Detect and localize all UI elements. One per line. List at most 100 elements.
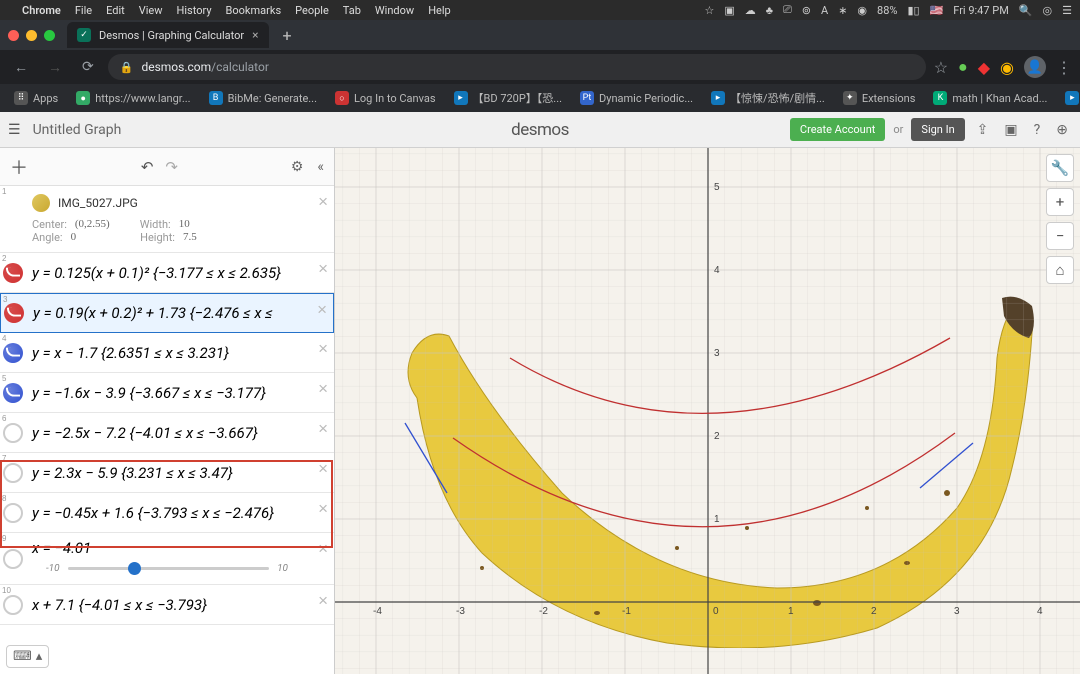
status-icon[interactable]: ▣ bbox=[724, 4, 734, 17]
wifi-alt-icon[interactable]: ⊚ bbox=[802, 4, 811, 17]
keyboard-toggle-button[interactable]: ⌨ ▴ bbox=[6, 645, 49, 668]
delete-expression-icon[interactable]: × bbox=[318, 339, 328, 359]
wechat-icon[interactable]: ☁ bbox=[745, 4, 756, 17]
bookmark-item[interactable]: ✦Extensions bbox=[837, 88, 922, 108]
center-value[interactable]: (0,2.55) bbox=[75, 218, 110, 231]
delete-expression-icon[interactable]: × bbox=[318, 591, 328, 611]
profile-avatar[interactable]: 👤 bbox=[1024, 56, 1046, 78]
menu-tab[interactable]: Tab bbox=[343, 4, 361, 17]
bookmark-star-icon[interactable]: ☆ bbox=[934, 58, 948, 77]
ext2-icon[interactable]: ◆ bbox=[978, 58, 990, 77]
menu-help[interactable]: Help bbox=[428, 4, 451, 17]
create-account-button[interactable]: Create Account bbox=[790, 118, 885, 141]
bookmark-item[interactable]: ⠿Apps bbox=[8, 88, 64, 108]
flag-icon[interactable]: 🇺🇸 bbox=[930, 4, 944, 17]
sign-in-button[interactable]: Sign In bbox=[911, 118, 964, 141]
graph-title[interactable]: Untitled Graph bbox=[33, 122, 122, 138]
delete-expression-icon[interactable]: × bbox=[318, 259, 328, 279]
bookmark-item[interactable]: PtDynamic Periodic... bbox=[574, 88, 699, 108]
bookmark-item[interactable]: Kmath | Khan Acad... bbox=[927, 88, 1053, 108]
menu-history[interactable]: History bbox=[177, 4, 212, 17]
slider-track[interactable] bbox=[68, 567, 270, 570]
expression-row[interactable]: 4×y = x − 1.7 {2.6351 ≤ x ≤ 3.231} bbox=[0, 333, 334, 373]
window-close-button[interactable] bbox=[8, 30, 19, 41]
image-thumb[interactable] bbox=[32, 194, 50, 212]
color-swatch[interactable] bbox=[3, 549, 23, 569]
url-input[interactable]: 🔒 desmos.com/calculator bbox=[108, 54, 926, 80]
menu-edit[interactable]: Edit bbox=[106, 4, 125, 17]
delete-expression-icon[interactable]: × bbox=[317, 300, 327, 320]
slider-thumb[interactable] bbox=[128, 562, 141, 575]
hamburger-icon[interactable]: ☰ bbox=[8, 122, 21, 138]
tab-close-icon[interactable]: × bbox=[252, 28, 258, 42]
width-value[interactable]: 10 bbox=[179, 218, 190, 231]
bell-icon[interactable]: ♣ bbox=[766, 4, 773, 17]
bookmark-item[interactable]: ▸【1M舞室】基础班... bbox=[1059, 87, 1080, 109]
bluetooth-icon[interactable]: ∗ bbox=[838, 4, 847, 17]
color-swatch[interactable] bbox=[3, 423, 23, 443]
bookmark-item[interactable]: ●https://www.langr... bbox=[70, 88, 196, 108]
bookmark-item[interactable]: BBibMe: Generate... bbox=[203, 88, 323, 108]
bookmark-item[interactable]: ○Log In to Canvas bbox=[329, 88, 442, 108]
delete-expression-icon[interactable]: × bbox=[318, 192, 328, 212]
menu-bookmarks[interactable]: Bookmarks bbox=[226, 4, 282, 17]
color-swatch[interactable] bbox=[3, 263, 23, 283]
ime-icon[interactable]: A bbox=[821, 4, 828, 17]
collapse-sidebar-icon[interactable]: « bbox=[317, 159, 324, 175]
menu-people[interactable]: People bbox=[295, 4, 329, 17]
clock[interactable]: Fri 9:47 PM bbox=[953, 4, 1009, 17]
app-name[interactable]: Chrome bbox=[22, 4, 61, 17]
new-tab-button[interactable]: + bbox=[277, 24, 298, 47]
undo-button[interactable]: ↶ bbox=[141, 158, 154, 176]
wrench-button[interactable]: 🔧 bbox=[1046, 154, 1074, 182]
color-swatch[interactable] bbox=[3, 383, 23, 403]
display-icon[interactable]: ⎚ bbox=[783, 3, 792, 17]
lock-icon[interactable]: 🔒 bbox=[120, 61, 134, 74]
star-icon[interactable]: ☆ bbox=[704, 4, 714, 17]
home-button[interactable]: ⌂ bbox=[1046, 256, 1074, 284]
expression-text[interactable]: x + 7.1 {−4.01 ≤ x ≤ −3.793} bbox=[26, 596, 207, 614]
bookmark-item[interactable]: ▸【BD 720P】【恐... bbox=[448, 87, 569, 109]
expression-row[interactable]: 2×y = 0.125(x + 0.1)² {−3.177 ≤ x ≤ 2.63… bbox=[0, 253, 334, 293]
expression-row[interactable]: 3×y = 0.19(x + 0.2)² + 1.73 {−2.476 ≤ x … bbox=[0, 293, 334, 333]
settings-gear-icon[interactable]: ⚙ bbox=[291, 159, 304, 175]
zoom-out-button[interactable]: − bbox=[1046, 222, 1074, 250]
zoom-in-button[interactable]: + bbox=[1046, 188, 1074, 216]
window-minimize-button[interactable] bbox=[26, 30, 37, 41]
menu-view[interactable]: View bbox=[139, 4, 163, 17]
angle-value[interactable]: 0 bbox=[71, 231, 77, 244]
expression-text[interactable]: y = −1.6x − 3.9 {−3.667 ≤ x ≤ −3.177} bbox=[26, 384, 266, 402]
height-value[interactable]: 7.5 bbox=[183, 231, 197, 244]
color-swatch[interactable] bbox=[3, 343, 23, 363]
ext1-icon[interactable]: ● bbox=[958, 57, 968, 77]
control-center-icon[interactable]: ☰ bbox=[1062, 4, 1072, 17]
image-expression[interactable]: 1 × IMG_5027.JPG Center:(0,2.55) Width:1… bbox=[0, 186, 334, 253]
color-swatch[interactable] bbox=[3, 595, 23, 615]
spotlight-icon[interactable]: 🔍 bbox=[1019, 4, 1033, 17]
expression-text[interactable]: y = −2.5x − 7.2 {−4.01 ≤ x ≤ −3.667} bbox=[26, 424, 258, 442]
delete-expression-icon[interactable]: × bbox=[318, 379, 328, 399]
expression-text[interactable]: y = 0.19(x + 0.2)² + 1.73 {−2.476 ≤ x ≤ bbox=[27, 304, 273, 322]
share-icon[interactable]: ⇪ bbox=[973, 122, 993, 138]
menu-window[interactable]: Window bbox=[375, 4, 414, 17]
expression-row[interactable]: 6×y = −2.5x − 7.2 {−4.01 ≤ x ≤ −3.667} bbox=[0, 413, 334, 453]
help-icon[interactable]: ? bbox=[1030, 122, 1045, 138]
add-expression-button[interactable]: ＋ bbox=[10, 154, 28, 180]
expression-row[interactable]: 10×x + 7.1 {−4.01 ≤ x ≤ −3.793} bbox=[0, 585, 334, 625]
bookmark-item[interactable]: ▸【惊悚/恐怖/剧情... bbox=[705, 87, 831, 109]
color-swatch[interactable] bbox=[4, 303, 24, 323]
globe-icon[interactable]: ⊕ bbox=[1052, 122, 1072, 138]
siri-icon[interactable]: ◎ bbox=[1043, 4, 1053, 17]
graph-panel[interactable]: -4-3-2-101234-112345 🔧 + − ⌂ bbox=[335, 148, 1080, 674]
menu-file[interactable]: File bbox=[75, 4, 92, 17]
window-maximize-button[interactable] bbox=[44, 30, 55, 41]
wifi-icon[interactable]: ◉ bbox=[857, 4, 867, 17]
expression-row[interactable]: 5×y = −1.6x − 3.9 {−3.667 ≤ x ≤ −3.177} bbox=[0, 373, 334, 413]
delete-expression-icon[interactable]: × bbox=[318, 419, 328, 439]
back-button[interactable]: ← bbox=[8, 55, 34, 80]
chrome-menu-icon[interactable]: ⋮ bbox=[1056, 58, 1072, 77]
expression-text[interactable]: y = 0.125(x + 0.1)² {−3.177 ≤ x ≤ 2.635} bbox=[26, 264, 281, 282]
browser-tab[interactable]: ✓ Desmos | Graphing Calculator × bbox=[67, 22, 269, 48]
reload-button[interactable]: ⟳ bbox=[76, 55, 100, 79]
ext3-icon[interactable]: ◉ bbox=[1000, 58, 1014, 77]
